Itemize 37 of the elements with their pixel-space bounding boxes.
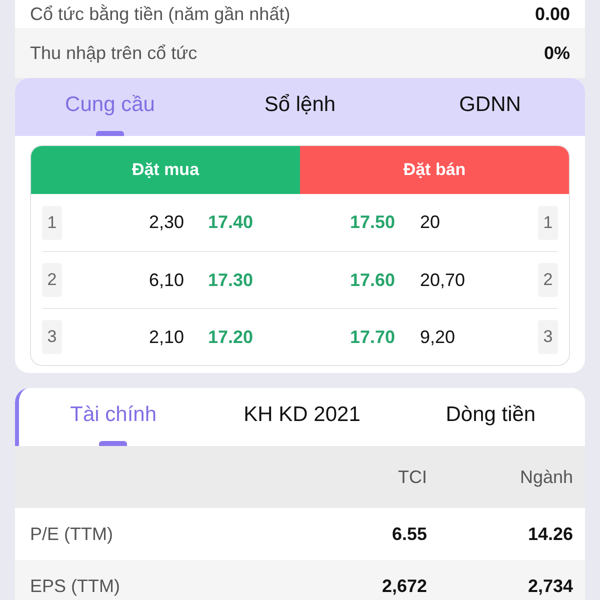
ask-price: 17.70 — [348, 326, 395, 348]
level-badge: 1 — [538, 206, 558, 240]
row-label: Cổ tức bằng tiền (năm gần nhất) — [30, 3, 290, 26]
ask-price: 17.50 — [348, 211, 395, 234]
sell-header: Đặt bán — [300, 146, 569, 194]
column-header: Ngành — [518, 466, 573, 489]
metric-value: 2,734 — [526, 574, 573, 598]
level-badge: 3 — [42, 320, 62, 354]
tab[interactable]: KH KD 2021 — [208, 388, 396, 446]
metric-value: 2,672 — [380, 574, 427, 598]
bid-volume: 6,10 — [148, 268, 184, 292]
row-value: 0.00 — [534, 3, 570, 26]
ask-volume: 9,20 — [420, 326, 456, 348]
tab[interactable]: Sổ lệnh — [205, 78, 395, 136]
column-header: TCI — [397, 466, 427, 488]
row-label: Thu nhập trên cổ tức — [30, 42, 198, 65]
buy-header: Đặt mua — [31, 146, 300, 194]
bid-volume: 2,30 — [148, 211, 184, 234]
metric-label: EPS (TTM) — [30, 574, 121, 598]
tab[interactable]: Dòng tiền — [396, 388, 585, 446]
level-badge: 2 — [42, 263, 62, 297]
ask-volume: 20,70 — [420, 268, 466, 292]
bid-price: 17.20 — [208, 326, 254, 348]
level-badge: 1 — [42, 206, 62, 240]
metric-value: 6.55 — [390, 522, 427, 546]
ask-volume: 20 — [420, 211, 442, 234]
row-value: 0% — [544, 42, 570, 64]
metric-value: 14.26 — [526, 522, 573, 546]
bid-volume: 2,10 — [148, 326, 184, 348]
level-badge: 3 — [538, 320, 558, 354]
tab[interactable]: Tài chính — [19, 388, 208, 446]
metric-label: P/E (TTM) — [30, 522, 114, 546]
ask-price: 17.60 — [348, 268, 395, 292]
tab[interactable]: GDNN — [395, 78, 585, 136]
bid-price: 17.40 — [208, 211, 254, 234]
bid-price: 17.30 — [208, 268, 254, 292]
level-badge: 2 — [538, 263, 558, 297]
